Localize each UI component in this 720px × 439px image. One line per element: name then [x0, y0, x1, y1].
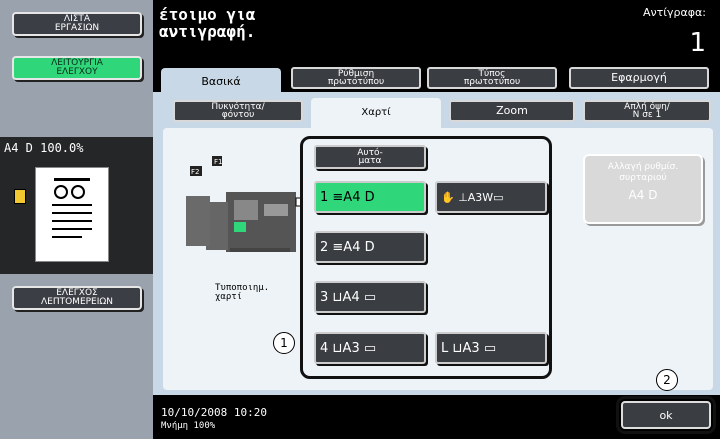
tab-basic[interactable]: Βασικά	[161, 68, 281, 94]
copy-preview: A4 D 100.0%	[0, 137, 153, 274]
copies-count: 1	[689, 28, 706, 58]
tray-2-button[interactable]: 2 ≡A4 D	[314, 231, 426, 263]
change-tray-settings-value: A4 D	[628, 188, 658, 202]
tab-application[interactable]: Εφαρμογή	[569, 67, 709, 89]
tray-selection-group: Αυτό- ματα 1 ≡A4 D ✋ ⊥A3W▭ 2 ≡A4 D 3 ⊔A4…	[300, 136, 552, 379]
f1-label: F1	[214, 158, 222, 166]
subtab-zoom[interactable]: Zoom	[449, 100, 575, 122]
preview-settings: A4 D 100.0%	[4, 141, 84, 155]
tray-l-button[interactable]: L ⊔A3 ▭	[435, 332, 547, 364]
subtab-density[interactable]: Πυκνότητα/ φόντου	[173, 100, 303, 122]
original-icon	[14, 189, 26, 204]
document-image-icon	[52, 178, 92, 238]
tab-original-type[interactable]: Τύπος πρωτοτύπου	[427, 67, 557, 89]
date-time: 10/10/2008 10:20	[161, 406, 267, 419]
copies-label: Αντίγραφα:	[643, 6, 706, 19]
paper-type-label: Τυποποιημ. χαρτί	[215, 283, 270, 302]
tray-auto-button[interactable]: Αυτό- ματα	[314, 145, 426, 169]
memory-status: Μνήμη 100%	[161, 421, 216, 431]
callout-2: 2	[656, 369, 678, 391]
change-tray-settings-label: Αλλαγή ρυθμίσ. συρταριού	[607, 162, 679, 183]
footer: 10/10/2008 10:20 Μνήμη 100% 2 ok	[153, 369, 720, 439]
header: έτοιμο για αντιγραφή. Αντίγραφα: 1	[153, 0, 720, 62]
callout-1: 1	[273, 332, 295, 354]
copier-screen: ΛΙΣΤΑ ΕΡΓΑΣΙΩΝ ΛΕΙΤΟΥΡΓΙΑ ΕΛΕΓΧΟΥ A4 D 1…	[0, 0, 720, 439]
subtab-paper[interactable]: Χαρτί	[311, 98, 441, 128]
tab-original-setting[interactable]: Ρύθμιση πρωτοτύπου	[291, 67, 421, 89]
job-list-button[interactable]: ΛΙΣΤΑ ΕΡΓΑΣΙΩΝ	[12, 12, 142, 36]
tray-4-button[interactable]: 4 ⊔A3 ▭	[314, 332, 426, 364]
main-tabs: Βασικά Ρύθμιση πρωτοτύπου Τύπος πρωτοτύπ…	[153, 62, 720, 94]
f2-label: F2	[191, 168, 199, 176]
paper-thumbnail	[35, 167, 109, 262]
printer-illustration-icon: F1 F2	[186, 156, 303, 252]
check-function-button[interactable]: ΛΕΙΤΟΥΡΓΙΑ ΕΛΕΓΧΟΥ	[12, 56, 142, 80]
bypass-tray-button[interactable]: ✋ ⊥A3W▭	[435, 181, 547, 213]
change-tray-settings-button[interactable]: Αλλαγή ρυθμίσ. συρταριού A4 D	[583, 154, 703, 224]
left-panel: ΛΙΣΤΑ ΕΡΓΑΣΙΩΝ ΛΕΙΤΟΥΡΓΙΑ ΕΛΕΓΧΟΥ A4 D 1…	[0, 0, 153, 439]
subtab-duplex[interactable]: Απλή όψη/ Ν σε 1	[583, 100, 711, 122]
paper-settings-area: F1 F2 Τυποποιημ. χαρτί Αυτό- ματα 1 ≡A4 …	[163, 128, 713, 390]
tray-3-button[interactable]: 3 ⊔A4 ▭	[314, 281, 426, 313]
content-panel: Πυκνότητα/ φόντου Χαρτί Zoom Απλή όψη/ Ν…	[153, 92, 720, 395]
check-details-button[interactable]: ΕΛΕΓΧΟΣ ΛΕΠΤΟΜΕΡΕΙΩΝ	[12, 286, 142, 310]
ok-button[interactable]: ok	[616, 396, 716, 434]
status-message: έτοιμο για αντιγραφή.	[159, 5, 256, 41]
tray-1-button[interactable]: 1 ≡A4 D	[314, 181, 426, 213]
